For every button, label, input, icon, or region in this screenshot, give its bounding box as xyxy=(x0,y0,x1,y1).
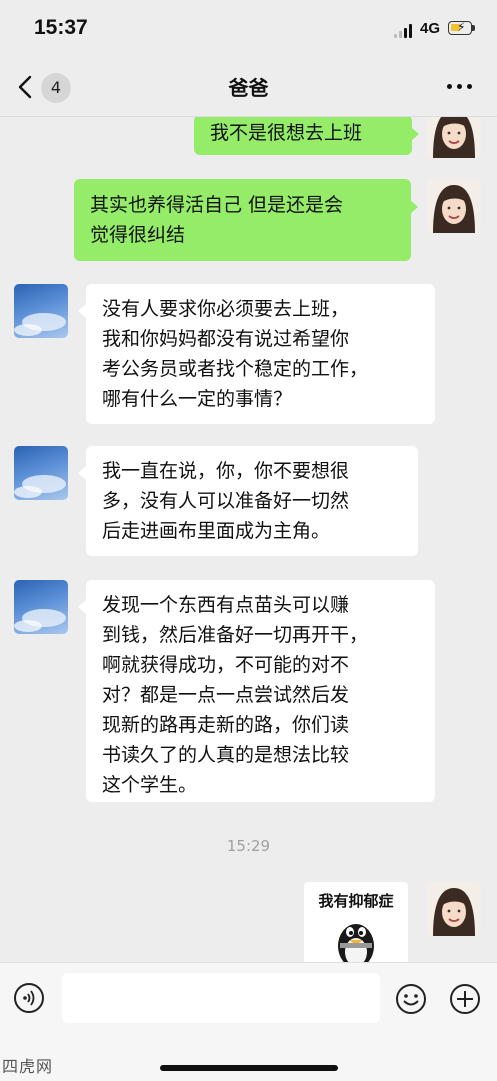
bubble-tail xyxy=(411,127,419,141)
status-time: 15:37 xyxy=(34,16,88,39)
qq-penguin-sticker[interactable]: 我有抑郁症 xyxy=(304,882,408,962)
bubble-tail xyxy=(410,200,418,214)
bubble-tail xyxy=(78,600,86,614)
message-bubble-self[interactable]: 其实也养得活自己 但是还是会 觉得很纠结 xyxy=(74,179,411,261)
message-list[interactable]: 我不是很想去上班 其实也养得活自己 但是还是会 觉得很纠结 没有人要求你必须要去… xyxy=(0,117,497,962)
sticker-caption: 我有抑郁症 xyxy=(318,892,394,910)
bubble-tail xyxy=(78,304,86,318)
plus-icon[interactable] xyxy=(449,983,481,1015)
message-bubble-other[interactable]: 我一直在说，你，你不要想很 多，没有人可以准备好一切然 后走进画布里面成为主角。 xyxy=(86,446,418,556)
status-bar: 15:37 4G ⚡ xyxy=(0,0,497,58)
input-bar xyxy=(0,962,497,1081)
voice-icon[interactable] xyxy=(14,983,44,1013)
message-timestamp: 15:29 xyxy=(226,837,271,855)
message-input[interactable] xyxy=(62,973,380,1023)
chat-header: 4 爸爸 xyxy=(0,58,497,117)
sky-avatar[interactable] xyxy=(14,446,68,500)
battery-icon: ⚡ xyxy=(448,20,472,35)
more-dots-icon[interactable] xyxy=(447,84,473,90)
signal-icon xyxy=(394,24,414,38)
emoji-icon[interactable] xyxy=(395,983,427,1015)
sky-avatar[interactable] xyxy=(14,580,68,634)
girl-avatar[interactable] xyxy=(427,882,481,936)
home-indicator xyxy=(160,1065,338,1071)
girl-avatar[interactable] xyxy=(427,179,481,233)
message-bubble-self[interactable]: 我不是很想去上班 xyxy=(194,117,412,155)
message-bubble-other[interactable]: 没有人要求你必须要去上班， 我和你妈妈都没有说过希望你 考公务员或者找个稳定的工… xyxy=(86,284,435,424)
sky-avatar[interactable] xyxy=(14,284,68,338)
watermark: 四虎网 xyxy=(2,1057,54,1076)
network-type: 4G xyxy=(420,20,441,37)
girl-avatar[interactable] xyxy=(427,117,481,158)
message-bubble-other[interactable]: 发现一个东西有点苗头可以赚 到钱，然后准备好一切再开干， 啊就获得成功，不可能的… xyxy=(86,580,435,802)
chat-title: 爸爸 xyxy=(228,76,269,100)
battery-tip xyxy=(472,25,475,31)
bubble-tail xyxy=(78,466,86,480)
